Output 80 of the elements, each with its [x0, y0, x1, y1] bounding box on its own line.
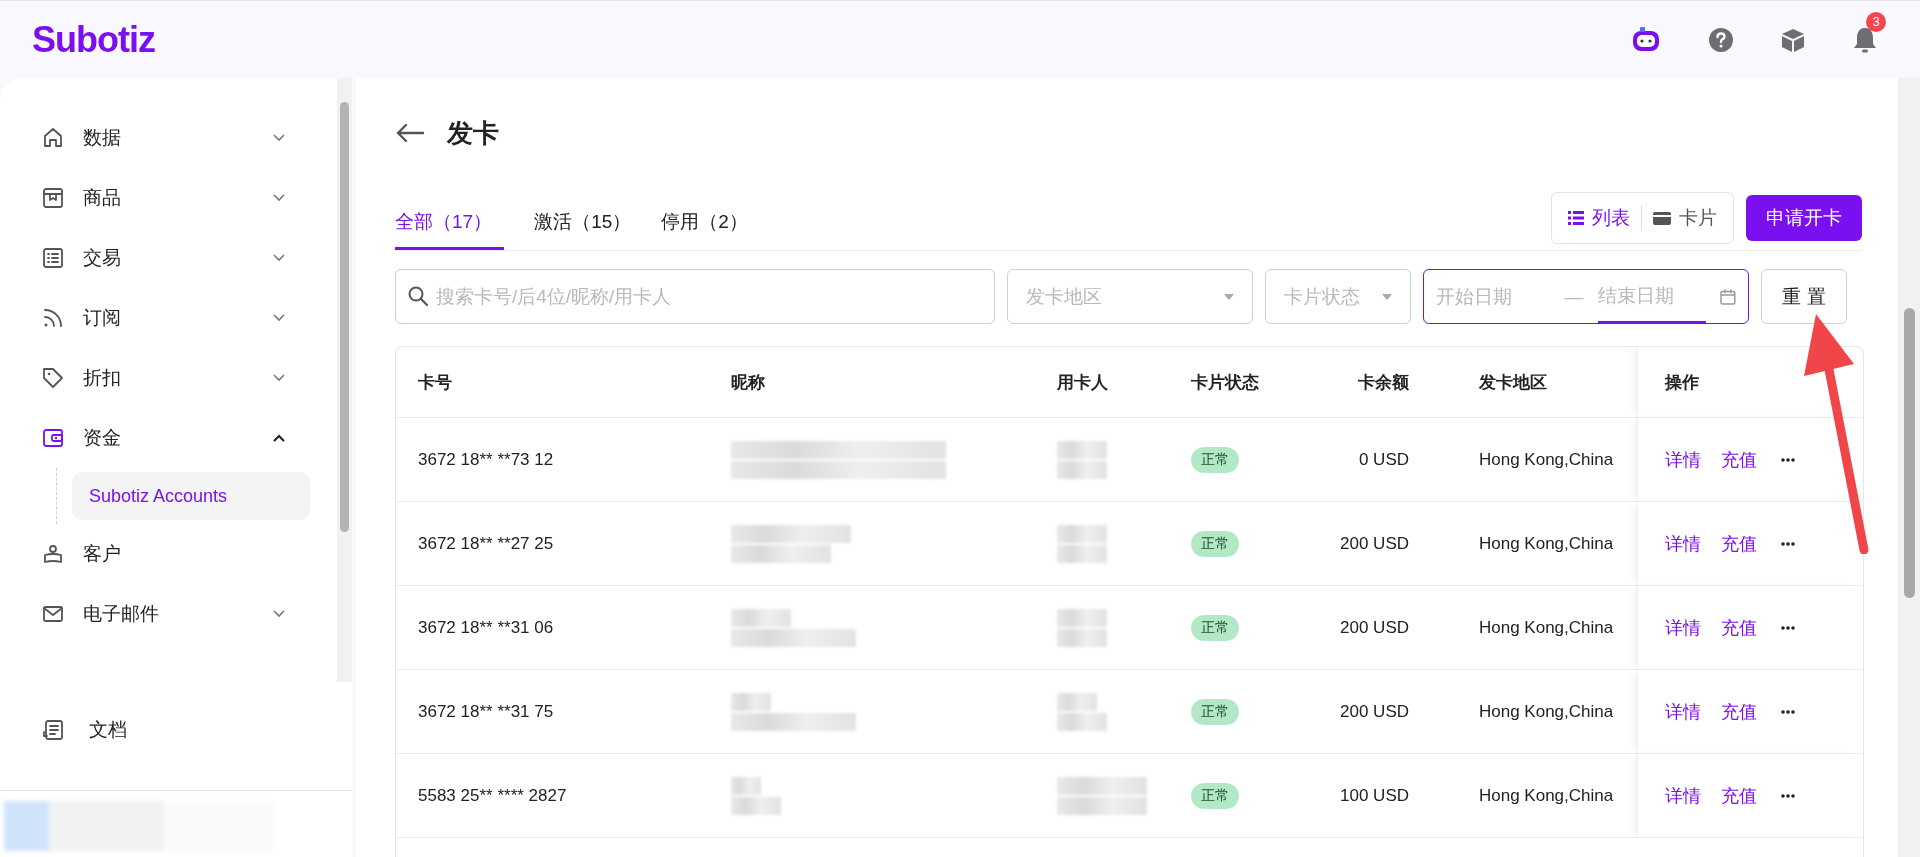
- card-balance: 200 USD: [1340, 701, 1409, 722]
- search-field[interactable]: 搜索卡号/后4位/昵称/用卡人: [395, 269, 995, 324]
- redacted-text-block: [1057, 608, 1107, 647]
- status-badge: 正常: [1191, 614, 1239, 641]
- status-badge: 正常: [1191, 446, 1239, 473]
- issuing-region: Hong Kong,China: [1479, 617, 1614, 638]
- more-icon[interactable]: [1781, 625, 1795, 630]
- list-icon: [1568, 211, 1584, 225]
- filter-tab[interactable]: 激活（15）: [534, 194, 632, 250]
- sidebar-item[interactable]: 订阅: [0, 288, 337, 348]
- apply-card-button[interactable]: 申请开卡: [1746, 195, 1862, 241]
- card-number: 5583 25** **** 2827: [418, 785, 567, 806]
- redacted-text-block: [1057, 524, 1107, 563]
- status-badge: 正常: [1191, 698, 1239, 725]
- card-number: 3672 18** **31 06: [418, 617, 554, 638]
- view-toggle-button[interactable]: 卡片: [1651, 205, 1719, 231]
- reset-button[interactable]: 重 置: [1761, 269, 1847, 324]
- search-icon: [408, 286, 428, 306]
- action-link[interactable]: 详情: [1665, 531, 1701, 556]
- app-logo[interactable]: Subotiz: [32, 18, 155, 61]
- column-header: 昵称: [730, 371, 766, 394]
- column-header: 用卡人: [1056, 371, 1109, 394]
- help-icon[interactable]: [1708, 26, 1734, 53]
- issuing-region: Hong Kong,China: [1479, 785, 1614, 806]
- page-title: 发卡: [447, 116, 499, 150]
- action-link[interactable]: 充值: [1721, 531, 1757, 556]
- issuing-region: Hong Kong,China: [1479, 701, 1614, 722]
- action-link[interactable]: 充值: [1721, 447, 1757, 472]
- filter-tab[interactable]: 停用（2）: [661, 194, 748, 250]
- issuing-region: Hong Kong,China: [1479, 533, 1614, 554]
- card-number: 3672 18** **73 12: [418, 449, 554, 470]
- sidebar-subitem[interactable]: Subotiz Accounts: [72, 472, 310, 520]
- document-icon: [41, 718, 65, 742]
- card-number: 3672 18** **27 25: [418, 533, 554, 554]
- more-icon[interactable]: [1781, 457, 1795, 462]
- issuing-region: Hong Kong,China: [1479, 449, 1614, 470]
- sidebar-item[interactable]: 交易: [0, 228, 337, 288]
- dropdown-caret-icon: [1224, 293, 1234, 300]
- redacted-text-block: [731, 776, 781, 815]
- calendar-icon: [1720, 288, 1736, 305]
- sidebar-item[interactable]: 资金: [0, 408, 337, 468]
- filter-tab[interactable]: 全部（17）: [395, 194, 505, 250]
- back-arrow-icon[interactable]: [395, 123, 425, 143]
- column-header: 卡余额: [1357, 371, 1410, 394]
- more-icon[interactable]: [1781, 709, 1795, 714]
- sidebar-item[interactable]: 电子邮件: [0, 584, 337, 644]
- redacted-text-block: [1057, 692, 1107, 731]
- column-header: 卡号: [417, 371, 453, 394]
- card-balance: 100 USD: [1340, 785, 1409, 806]
- action-link[interactable]: 详情: [1665, 615, 1701, 640]
- sidebar-item[interactable]: 文档: [0, 694, 352, 766]
- status-badge: 正常: [1191, 530, 1239, 557]
- cube-icon[interactable]: [1780, 26, 1806, 53]
- sidebar-scrollbar[interactable]: [337, 78, 352, 682]
- sidebar-item[interactable]: 客户: [0, 524, 337, 584]
- bell-icon[interactable]: [1852, 25, 1878, 54]
- card-balance: 0 USD: [1358, 449, 1409, 470]
- card-icon: [1653, 211, 1671, 225]
- more-icon[interactable]: [1781, 541, 1795, 546]
- more-icon[interactable]: [1781, 793, 1795, 798]
- view-toggle-button[interactable]: 列表: [1566, 205, 1632, 231]
- notification-badge: 3: [1866, 11, 1886, 32]
- sidebar-item[interactable]: 数据: [0, 108, 337, 168]
- card-number: 3672 18** **31 75: [418, 701, 554, 722]
- card-balance: 200 USD: [1340, 533, 1409, 554]
- action-link[interactable]: 详情: [1665, 783, 1701, 808]
- column-header: 发卡地区: [1478, 371, 1548, 394]
- action-link[interactable]: 充值: [1721, 783, 1757, 808]
- redacted-text-block: [1057, 440, 1107, 479]
- page-scrollbar[interactable]: [1903, 308, 1915, 598]
- action-link[interactable]: 详情: [1665, 447, 1701, 472]
- sidebar-item[interactable]: 折扣: [0, 348, 337, 408]
- column-header: 卡片状态: [1191, 371, 1260, 394]
- card-balance: 200 USD: [1340, 617, 1409, 638]
- sidebar-item[interactable]: 商品: [0, 168, 337, 228]
- status-badge: 正常: [1191, 782, 1239, 809]
- dropdown-caret-icon: [1382, 293, 1392, 300]
- action-link[interactable]: 详情: [1665, 699, 1701, 724]
- action-link[interactable]: 充值: [1721, 699, 1757, 724]
- action-link[interactable]: 充值: [1721, 615, 1757, 640]
